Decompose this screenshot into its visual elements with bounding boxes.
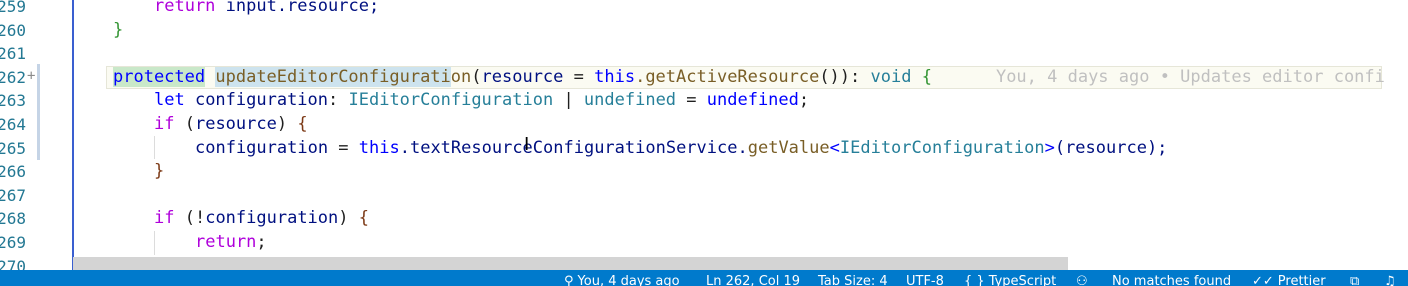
code-line[interactable]: return;: [113, 231, 267, 255]
line-number: 268: [0, 209, 26, 229]
git-blame-status[interactable]: ⚲ You, 4 days ago: [564, 274, 680, 286]
code-line[interactable]: if (!configuration) {: [113, 207, 369, 231]
code-editor[interactable]: return input.resource; } protected updat…: [40, 0, 1408, 270]
add-comment-plus-icon[interactable]: +: [27, 66, 35, 86]
code-line[interactable]: return input.resource;: [113, 0, 379, 19]
prettier-status[interactable]: ✓✓ Prettier: [1252, 274, 1326, 286]
git-commit-icon: ⚲: [564, 274, 574, 286]
line-number: 265: [0, 138, 26, 158]
line-number: 264: [0, 115, 26, 134]
encoding-status[interactable]: UTF-8: [906, 274, 944, 286]
code-line[interactable]: }: [113, 160, 164, 184]
line-number: 259: [0, 0, 26, 16]
inline-git-blame: You, 4 days ago • Updates editor confi: [995, 66, 1385, 87]
code-line[interactable]: }: [113, 19, 123, 43]
code-line-current[interactable]: protected updateEditorConfiguration(reso…: [113, 66, 1385, 90]
double-check-icon: ✓✓: [1252, 274, 1274, 286]
language-mode-status[interactable]: { } TypeScript: [964, 274, 1056, 286]
text-cursor-icon: I: [524, 134, 530, 155]
cursor-position-status[interactable]: Ln 262, Col 19: [706, 274, 800, 286]
find-results-status[interactable]: No matches found: [1112, 274, 1231, 286]
code-line[interactable]: if (resource) {: [113, 113, 308, 137]
horizontal-scrollbar[interactable]: [73, 257, 1068, 270]
line-number: 263: [0, 91, 26, 111]
copilot-icon: ⚇: [1076, 274, 1088, 286]
line-number: 269: [0, 233, 26, 252]
line-number: 261: [0, 44, 26, 64]
notifications-bell-icon[interactable]: ♫: [1384, 274, 1396, 286]
feedback-icon[interactable]: ⧉: [1350, 274, 1359, 286]
line-number: 267: [0, 185, 26, 205]
code-line[interactable]: configuration = this.textResourceConfigu…: [113, 137, 1167, 161]
braces-icon: { }: [964, 274, 985, 286]
code-line[interactable]: let configuration: IEditorConfiguration …: [113, 89, 809, 113]
line-number: 262: [0, 67, 26, 87]
tab-size-status[interactable]: Tab Size: 4: [818, 274, 888, 286]
line-number: 266: [0, 162, 26, 182]
line-number-gutter: 259 260 261 262 263 264 265 266 267 268 …: [0, 0, 40, 276]
copilot-status[interactable]: ⚇: [1076, 274, 1092, 286]
status-bar: ⚲ You, 4 days ago Ln 262, Col 19 Tab Size…: [0, 270, 1408, 286]
scope-fold-line: [72, 0, 74, 270]
line-number: 260: [0, 20, 26, 40]
